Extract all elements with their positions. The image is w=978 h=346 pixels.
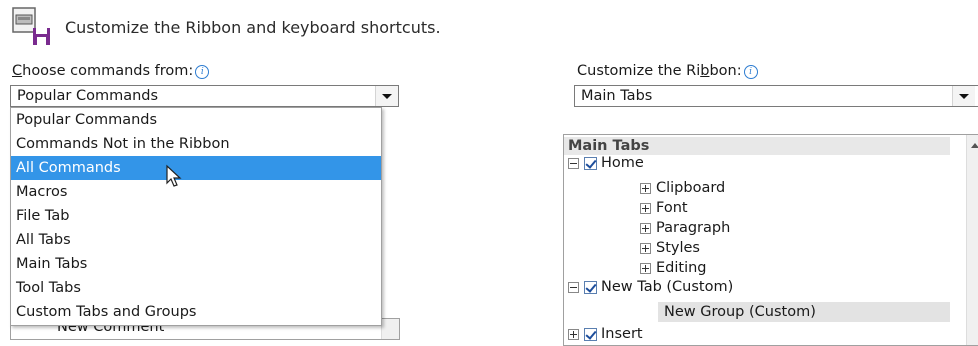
customize-ribbon-combobox[interactable]: Main Tabs	[574, 85, 978, 107]
tree-item-clipboard[interactable]: Clipboard	[640, 178, 725, 198]
expand-icon[interactable]	[640, 182, 651, 194]
chevron-down-icon[interactable]	[952, 86, 975, 106]
expand-icon[interactable]	[640, 262, 651, 274]
chevron-down-icon[interactable]	[375, 86, 398, 106]
ribbon-tree[interactable]: Main Tabs Home Clipboard Font Paragraph …	[563, 134, 978, 346]
checkbox[interactable]	[584, 156, 597, 170]
dropdown-option[interactable]: Macros	[11, 180, 381, 204]
customize-ribbon-label: Customize the Ribbon: i	[577, 63, 758, 79]
combobox-value: Popular Commands	[17, 88, 159, 104]
expand-icon[interactable]	[568, 328, 579, 340]
tree-item-font[interactable]: Font	[640, 198, 688, 218]
customize-ribbon-icon	[12, 7, 50, 45]
info-icon[interactable]: i	[743, 65, 758, 79]
collapse-icon[interactable]	[568, 157, 579, 169]
checkbox[interactable]	[584, 280, 597, 294]
expand-icon[interactable]	[640, 242, 651, 254]
scrollbar[interactable]	[381, 319, 399, 339]
dropdown-option[interactable]: Custom Tabs and Groups	[11, 300, 381, 324]
info-icon[interactable]: i	[195, 65, 210, 79]
expand-icon[interactable]	[640, 222, 651, 234]
dropdown-option[interactable]: Popular Commands	[11, 108, 381, 132]
dropdown-option[interactable]: All Tabs	[11, 228, 381, 252]
tree-item-insert[interactable]: Insert	[568, 324, 643, 344]
checkbox[interactable]	[584, 327, 597, 341]
choose-commands-combobox[interactable]: Popular Commands	[10, 85, 399, 107]
mouse-cursor-icon	[166, 164, 182, 187]
dropdown-option[interactable]: File Tab	[11, 204, 381, 228]
dropdown-option-highlighted[interactable]: All Commands	[11, 156, 381, 180]
page-title: Customize the Ribbon and keyboard shortc…	[65, 18, 441, 37]
dropdown-option[interactable]: Commands Not in the Ribbon	[11, 132, 381, 156]
tree-item-new-tab[interactable]: New Tab (Custom)	[568, 277, 733, 297]
combobox-value: Main Tabs	[581, 88, 653, 104]
expand-icon[interactable]	[640, 202, 651, 214]
tree-item-new-group[interactable]: New Group (Custom)	[664, 302, 816, 322]
scrollbar[interactable]	[966, 135, 978, 345]
dropdown-option[interactable]: Main Tabs	[11, 252, 381, 276]
tree-item-home[interactable]: Home	[568, 153, 644, 173]
commands-dropdown-list[interactable]: Popular Commands Commands Not in the Rib…	[10, 107, 382, 326]
collapse-icon[interactable]	[568, 281, 579, 293]
choose-commands-label: Choose commands from: i	[12, 63, 210, 79]
tree-item-editing[interactable]: Editing	[640, 258, 707, 278]
tree-item-styles[interactable]: Styles	[640, 238, 700, 258]
tree-item-paragraph[interactable]: Paragraph	[640, 218, 730, 238]
dropdown-option[interactable]: Tool Tabs	[11, 276, 381, 300]
